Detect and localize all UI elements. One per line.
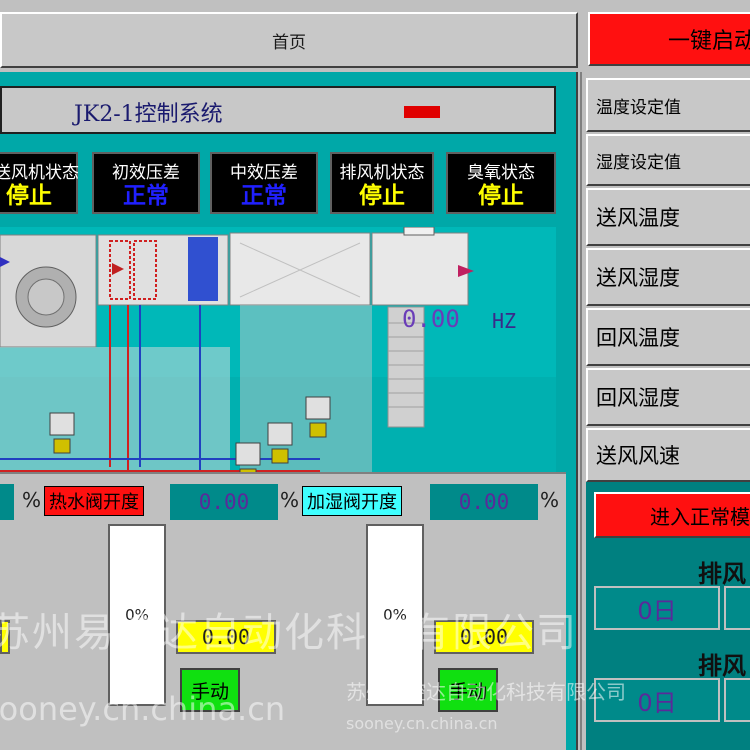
humidify-bar-text: 0% xyxy=(383,606,407,624)
system-title: JK2-1控制系统 xyxy=(74,102,223,127)
humidify-manual-button[interactable]: 手动 xyxy=(438,668,498,712)
param-temp-setpoint[interactable]: 温度设定值 xyxy=(586,78,750,132)
fan-frequency-unit: HZ xyxy=(492,309,517,333)
humidifier-section-icon xyxy=(229,232,371,306)
param-return-temp: 回风温度 xyxy=(586,308,750,366)
percent-sign: % xyxy=(22,488,42,512)
status-primary-filter: 初效压差 正常 xyxy=(92,152,200,214)
humidify-valve-label: 加湿阀开度 xyxy=(302,486,402,516)
hot-water-valve-label: 热水阀开度 xyxy=(44,486,144,516)
param-label: 回风湿度 xyxy=(596,386,680,410)
cooling-setpoint-partial[interactable] xyxy=(0,620,10,654)
heating-coil-icon xyxy=(97,234,229,306)
one-click-start-label: 一键启动 xyxy=(668,29,750,54)
system-title-bar: JK2-1控制系统 xyxy=(0,86,556,134)
param-label: 温度设定值 xyxy=(596,97,681,118)
supply-fan-icon xyxy=(0,234,97,348)
enter-normal-mode-button[interactable]: 进入正常模式 xyxy=(594,492,750,538)
one-click-start-button[interactable]: 一键启动 xyxy=(588,12,750,66)
status-medium-filter: 中效压差 正常 xyxy=(210,152,318,214)
param-label: 送风风速 xyxy=(596,444,680,468)
hot-water-setpoint-input[interactable]: 0.00 xyxy=(176,620,276,654)
home-tab[interactable]: 首页 xyxy=(0,12,578,68)
system-alarm-indicator xyxy=(404,106,440,118)
parameter-panel: 温度设定值 湿度设定值 送风温度 送风湿度 回风温度 回风湿度 送风风速 进入正… xyxy=(580,72,750,750)
param-supply-air-speed: 送风风速 xyxy=(586,428,750,482)
status-value: 停止 xyxy=(478,183,524,209)
status-value: 停止 xyxy=(359,183,405,209)
exhaust-title: 排风 xyxy=(698,560,746,588)
humidify-setpoint-input[interactable]: 0.00 xyxy=(434,620,534,654)
exhaust-day-value: 0日 xyxy=(594,586,720,630)
param-return-humidity: 回风湿度 xyxy=(586,368,750,426)
param-supply-temp: 送风温度 xyxy=(586,188,750,246)
param-label: 送风温度 xyxy=(596,206,680,230)
status-value: 停止 xyxy=(6,183,52,209)
exhaust-title: 排风 xyxy=(698,652,746,680)
enter-normal-mode-label: 进入正常模式 xyxy=(650,504,750,529)
status-ozone: 臭氧状态 停止 xyxy=(446,152,556,214)
hot-water-manual-button[interactable]: 手动 xyxy=(180,668,240,712)
valve-actuator-icon xyxy=(267,422,293,464)
status-label: 排风机状态 xyxy=(339,163,425,183)
exhaust-hour-value-partial xyxy=(724,678,750,722)
valve-control-panel: % 热水阀开度 0.00 % 加湿阀开度 0.00 % 0% 0.00 手动 0… xyxy=(0,472,566,750)
param-label: 回风温度 xyxy=(596,326,680,350)
valve-actuator-icon xyxy=(49,412,75,454)
param-humidity-setpoint[interactable]: 湿度设定值 xyxy=(586,134,750,186)
status-value: 正常 xyxy=(241,183,287,209)
param-label: 送风湿度 xyxy=(596,266,680,290)
hot-water-bar-text: 0% xyxy=(125,606,149,624)
valve-actuator-icon xyxy=(305,396,331,438)
exhaust-section: 进入正常模式 排风 0日 排风 0日 xyxy=(586,482,750,750)
fan-frequency-value: 0.00 xyxy=(402,305,460,333)
cooling-valve-value-partial xyxy=(0,484,14,520)
status-label: 初效压差 xyxy=(112,163,180,183)
param-supply-humidity: 送风湿度 xyxy=(586,248,750,306)
status-supply-fan: 送风机状态 停止 xyxy=(0,152,79,214)
exhaust-day-value: 0日 xyxy=(594,678,720,722)
percent-sign: % xyxy=(280,488,300,512)
param-label: 湿度设定值 xyxy=(596,152,681,173)
home-tab-label: 首页 xyxy=(272,32,306,53)
humidify-valve-bar: 0% xyxy=(366,524,424,706)
exhaust-hour-value-partial xyxy=(724,586,750,630)
status-exhaust-fan: 排风机状态 停止 xyxy=(330,152,434,214)
humidify-valve-value: 0.00 xyxy=(430,484,538,520)
hot-water-valve-bar: 0% xyxy=(108,524,166,706)
status-label: 臭氧状态 xyxy=(467,163,535,183)
percent-sign: % xyxy=(540,488,560,512)
hot-water-valve-value: 0.00 xyxy=(170,484,278,520)
status-value: 正常 xyxy=(123,183,169,209)
status-label: 送风机状态 xyxy=(0,163,79,183)
status-label: 中效压差 xyxy=(230,163,298,183)
